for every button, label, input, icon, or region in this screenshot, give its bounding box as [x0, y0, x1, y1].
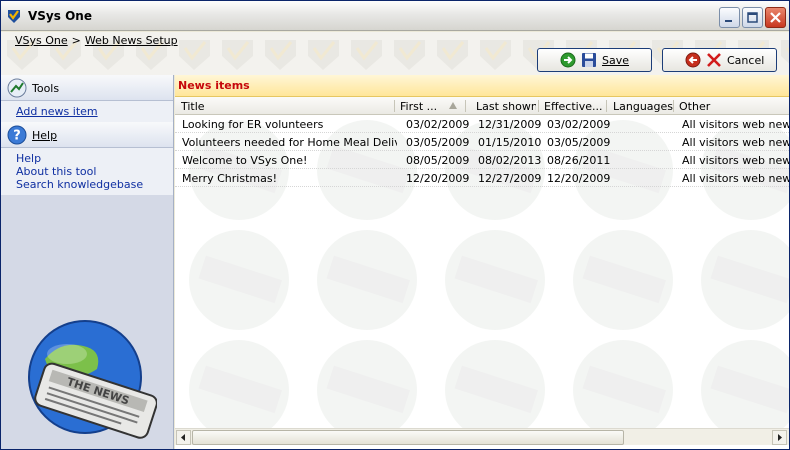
chevron-right-icon — [778, 434, 782, 441]
tools-icon — [7, 78, 27, 98]
column-divider[interactable] — [538, 100, 539, 112]
search-knowledgebase-link[interactable]: Search knowledgebase — [16, 178, 173, 191]
cell-last-shown: 08/02/2013 — [478, 154, 542, 167]
cell-first-shown: 03/05/2009 — [406, 136, 470, 149]
main-area: News items Title First ... Last shown Ef… — [175, 75, 789, 449]
cell-last-shown: 12/31/2009 — [478, 118, 542, 131]
table-row[interactable]: Volunteers needed for Home Meal Delivery… — [175, 133, 789, 151]
scroll-right-button[interactable] — [772, 430, 787, 445]
app-window: VSys One VSys One > Web News Setup Save … — [0, 0, 790, 450]
column-divider[interactable] — [465, 100, 466, 112]
news-items-title: News items — [178, 79, 250, 92]
column-divider[interactable] — [394, 100, 395, 112]
cell-title: Merry Christmas! — [182, 172, 277, 185]
cell-last-shown: 12/27/2009 — [478, 172, 542, 185]
window-title: VSys One — [28, 9, 92, 23]
scroll-left-button[interactable] — [176, 430, 191, 445]
red-back-arrow-icon — [685, 52, 701, 68]
cell-first-shown: 03/02/2009 — [406, 118, 470, 131]
about-this-tool-link[interactable]: About this tool — [16, 165, 173, 178]
help-pane-label: Help — [32, 129, 58, 142]
save-label: Save — [602, 53, 630, 67]
minimize-button[interactable] — [719, 7, 740, 28]
cell-other: All visitors web news — [682, 118, 789, 131]
grid-header: Title First ... Last shown Effective... … — [175, 97, 789, 115]
column-header-effective[interactable]: Effective... — [544, 100, 604, 113]
vsys-shield-icon — [8, 10, 20, 23]
breadcrumb-separator: > — [71, 34, 81, 47]
column-header-languages[interactable]: Languages — [613, 100, 673, 113]
column-divider[interactable] — [606, 100, 607, 112]
cancel-button[interactable]: Cancel — [662, 48, 777, 72]
tools-pane-label: Tools — [32, 82, 60, 95]
breadcrumb-current-link[interactable]: Web News Setup — [85, 34, 178, 47]
help-pane-header[interactable]: ? Help — [1, 122, 173, 148]
horizontal-scrollbar[interactable] — [175, 428, 789, 445]
save-button[interactable]: Save — [537, 48, 652, 72]
column-header-other[interactable]: Other — [679, 100, 739, 113]
tools-pane-body: Add news item — [1, 101, 173, 122]
cell-title: Welcome to VSys One! — [182, 154, 308, 167]
cell-other: All visitors web news — [682, 154, 789, 167]
cell-effective: 03/05/2009 — [547, 136, 611, 149]
cancel-label: Cancel — [727, 53, 765, 67]
column-header-title[interactable]: Title — [181, 100, 391, 113]
table-row[interactable]: Welcome to VSys One! 08/05/2009 08/02/20… — [175, 151, 789, 169]
red-x-icon — [707, 53, 721, 67]
column-header-first-shown[interactable]: First ... — [400, 100, 445, 113]
news-grid: Title First ... Last shown Effective... … — [175, 97, 789, 427]
breadcrumb: VSys One > Web News Setup — [15, 34, 178, 47]
maximize-icon — [747, 12, 758, 23]
tools-pane-header[interactable]: Tools — [1, 75, 173, 101]
minimize-icon — [725, 20, 732, 22]
cell-effective: 03/02/2009 — [547, 118, 611, 131]
column-header-last-shown[interactable]: Last shown — [476, 100, 536, 113]
sort-ascending-icon — [449, 102, 457, 109]
cell-effective: 08/26/2011 — [547, 154, 611, 167]
green-arrow-icon — [560, 52, 576, 68]
help-pane-body: Help About this tool Search knowledgebas… — [1, 148, 173, 195]
help-link[interactable]: Help — [16, 152, 173, 165]
scrollbar-thumb[interactable] — [192, 430, 624, 445]
column-divider[interactable] — [673, 100, 674, 112]
title-bar[interactable]: VSys One — [1, 1, 789, 31]
cell-effective: 12/20/2009 — [547, 172, 611, 185]
globe-newspaper-icon: THE NEWS — [28, 320, 157, 439]
close-icon — [770, 12, 781, 23]
cell-first-shown: 12/20/2009 — [406, 172, 470, 185]
question-circle-icon: ? — [7, 125, 27, 145]
cell-title: Volunteers needed for Home Meal Delivery — [182, 136, 397, 149]
left-panel: Tools Add news item ? Help Help About th… — [1, 75, 174, 449]
header-band: VSys One > Web News Setup Save Cancel — [1, 32, 789, 75]
breadcrumb-home-link[interactable]: VSys One — [15, 34, 68, 47]
cell-other: All visitors web news — [682, 136, 789, 149]
cell-last-shown: 01/15/2010 — [478, 136, 542, 149]
close-button[interactable] — [765, 7, 786, 28]
floppy-disk-icon — [582, 53, 596, 67]
news-items-header: News items — [175, 75, 789, 97]
cell-title: Looking for ER volunteers — [182, 118, 324, 131]
table-row[interactable]: Merry Christmas! 12/20/2009 12/27/2009 1… — [175, 169, 789, 187]
cell-other: All visitors web news — [682, 172, 789, 185]
add-news-item-link[interactable]: Add news item — [16, 105, 173, 118]
svg-text:?: ? — [13, 129, 21, 144]
chevron-left-icon — [181, 434, 185, 441]
cell-first-shown: 08/05/2009 — [406, 154, 470, 167]
table-row[interactable]: Looking for ER volunteers 03/02/2009 12/… — [175, 115, 789, 133]
maximize-button[interactable] — [742, 7, 763, 28]
